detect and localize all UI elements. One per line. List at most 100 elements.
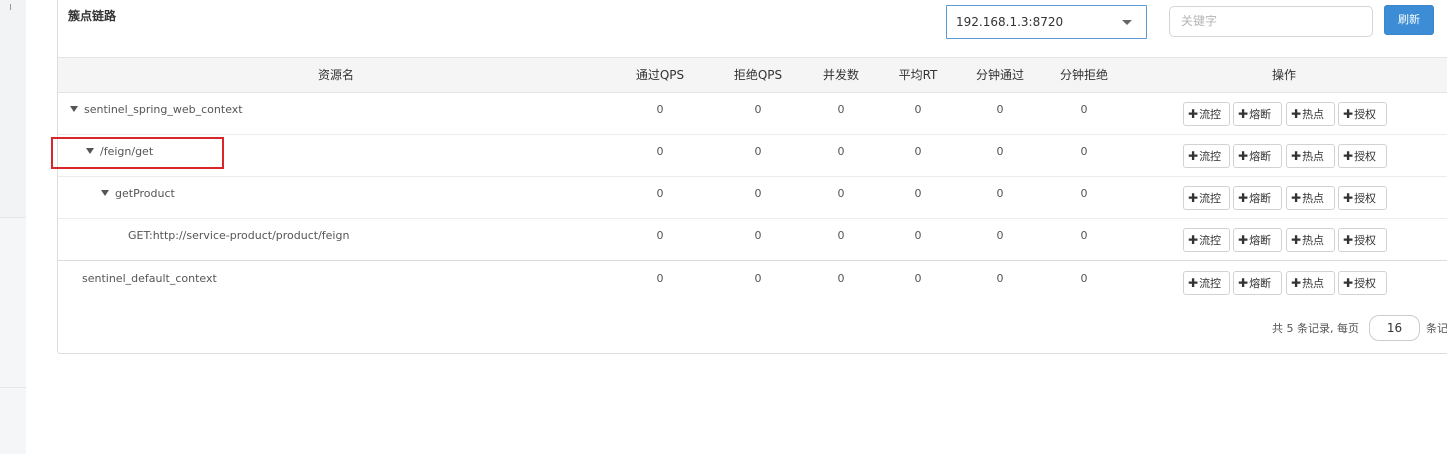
expand-triangle-icon[interactable] bbox=[70, 106, 78, 112]
minute-block-value: 0 bbox=[1080, 145, 1088, 158]
flow-label: 流控 bbox=[1199, 150, 1222, 163]
refresh-button[interactable]: 刷新 bbox=[1384, 5, 1434, 35]
flow-control-button[interactable]: ✚流控 bbox=[1183, 102, 1230, 126]
pass-qps-value: 0 bbox=[656, 145, 664, 158]
flow-control-button[interactable]: ✚流控 bbox=[1183, 186, 1230, 210]
plus-icon: ✚ bbox=[1238, 276, 1249, 290]
minute-block-value: 0 bbox=[1080, 229, 1088, 242]
concurrency-value: 0 bbox=[837, 145, 845, 158]
avg-rt-value: 0 bbox=[914, 103, 922, 116]
hot-param-button[interactable]: ✚热点 bbox=[1286, 102, 1335, 126]
sidebar-section bbox=[0, 0, 26, 218]
plus-icon: ✚ bbox=[1343, 191, 1354, 205]
degrade-button[interactable]: ✚熔断 bbox=[1233, 186, 1282, 210]
plus-icon: ✚ bbox=[1238, 191, 1249, 205]
plus-icon: ✚ bbox=[1291, 233, 1302, 247]
resource-name-cell[interactable]: sentinel_spring_web_context bbox=[70, 103, 243, 116]
header-avg-rt: 平均RT bbox=[898, 68, 938, 82]
header-block-qps: 拒绝QPS bbox=[733, 68, 783, 82]
degrade-button[interactable]: ✚熔断 bbox=[1233, 228, 1282, 252]
resource-name-cell[interactable]: sentinel_default_context bbox=[82, 272, 217, 285]
flow-label: 流控 bbox=[1199, 192, 1222, 205]
auth-label: 授权 bbox=[1354, 192, 1377, 205]
pagination-suffix: 条记录 bbox=[1426, 322, 1447, 335]
hot-label: 热点 bbox=[1302, 150, 1325, 163]
avg-rt-value: 0 bbox=[914, 229, 922, 242]
authority-button[interactable]: ✚授权 bbox=[1338, 271, 1387, 295]
table-header: 资源名 通过QPS 拒绝QPS 并发数 平均RT 分钟通过 分钟拒绝 操作 bbox=[58, 57, 1447, 93]
concurrency-value: 0 bbox=[837, 272, 845, 285]
pass-qps-value: 0 bbox=[656, 103, 664, 116]
concurrency-value: 0 bbox=[837, 229, 845, 242]
plus-icon: ✚ bbox=[1188, 107, 1199, 121]
hot-label: 热点 bbox=[1302, 277, 1325, 290]
block-qps-value: 0 bbox=[754, 145, 762, 158]
page-title: 簇点链路 bbox=[68, 9, 117, 23]
hot-param-button[interactable]: ✚热点 bbox=[1286, 228, 1335, 252]
auth-label: 授权 bbox=[1354, 150, 1377, 163]
machine-select[interactable]: 192.168.1.3:8720 bbox=[946, 5, 1147, 39]
plus-icon: ✚ bbox=[1188, 233, 1199, 247]
auth-label: 授权 bbox=[1354, 234, 1377, 247]
pagination-summary: 共 5 条记录, 每页 16 条记录 bbox=[1272, 315, 1447, 341]
sidebar-edge-mark bbox=[10, 4, 15, 10]
hot-param-button[interactable]: ✚热点 bbox=[1286, 271, 1335, 295]
plus-icon: ✚ bbox=[1291, 276, 1302, 290]
pass-qps-value: 0 bbox=[656, 272, 664, 285]
table-row: sentinel_default_context 0 0 0 0 0 0 ✚流控… bbox=[58, 262, 1447, 304]
flow-control-button[interactable]: ✚流控 bbox=[1183, 228, 1230, 252]
hot-param-button[interactable]: ✚热点 bbox=[1286, 144, 1335, 168]
degrade-button[interactable]: ✚熔断 bbox=[1233, 144, 1282, 168]
table-row: sentinel_spring_web_context 0 0 0 0 0 0 … bbox=[58, 93, 1447, 135]
plus-icon: ✚ bbox=[1291, 191, 1302, 205]
sidebar-divider bbox=[0, 387, 26, 388]
annotation-highlight-box bbox=[51, 137, 224, 169]
block-qps-value: 0 bbox=[754, 103, 762, 116]
table-row: GET:http://service-product/product/feign… bbox=[58, 219, 1447, 261]
concurrency-value: 0 bbox=[837, 103, 845, 116]
flow-control-button[interactable]: ✚流控 bbox=[1183, 271, 1230, 295]
block-qps-value: 0 bbox=[754, 272, 762, 285]
minute-pass-value: 0 bbox=[996, 229, 1004, 242]
authority-button[interactable]: ✚授权 bbox=[1338, 144, 1387, 168]
pass-qps-value: 0 bbox=[656, 187, 664, 200]
authority-button[interactable]: ✚授权 bbox=[1338, 102, 1387, 126]
cluster-link-panel: 簇点链路 192.168.1.3:8720 关键字 刷新 资源名 通过QPS 拒… bbox=[57, 0, 1447, 354]
minute-block-value: 0 bbox=[1080, 103, 1088, 116]
block-qps-value: 0 bbox=[754, 187, 762, 200]
resource-name-cell[interactable]: getProduct bbox=[101, 187, 175, 200]
plus-icon: ✚ bbox=[1343, 107, 1354, 121]
table-row: /feign/get 0 0 0 0 0 0 ✚流控 ✚熔断 ✚热点 ✚授权 bbox=[58, 135, 1447, 177]
page-size-input[interactable]: 16 bbox=[1369, 315, 1420, 341]
pass-qps-value: 0 bbox=[656, 229, 664, 242]
minute-block-value: 0 bbox=[1080, 187, 1088, 200]
plus-icon: ✚ bbox=[1343, 233, 1354, 247]
auth-label: 授权 bbox=[1354, 277, 1377, 290]
block-qps-value: 0 bbox=[754, 229, 762, 242]
header-pass-qps: 通过QPS bbox=[635, 68, 685, 82]
avg-rt-value: 0 bbox=[914, 187, 922, 200]
expand-triangle-icon[interactable] bbox=[101, 190, 109, 196]
left-sidebar-strip bbox=[0, 0, 26, 454]
degrade-button[interactable]: ✚熔断 bbox=[1233, 102, 1282, 126]
resource-name-cell[interactable]: GET:http://service-product/product/feign bbox=[128, 229, 349, 242]
authority-button[interactable]: ✚授权 bbox=[1338, 186, 1387, 210]
plus-icon: ✚ bbox=[1343, 149, 1354, 163]
degrade-label: 熔断 bbox=[1249, 234, 1272, 247]
keyword-input[interactable]: 关键字 bbox=[1169, 6, 1373, 37]
authority-button[interactable]: ✚授权 bbox=[1338, 228, 1387, 252]
keyword-placeholder: 关键字 bbox=[1181, 14, 1218, 28]
plus-icon: ✚ bbox=[1188, 191, 1199, 205]
degrade-label: 熔断 bbox=[1249, 150, 1272, 163]
hot-param-button[interactable]: ✚热点 bbox=[1286, 186, 1335, 210]
resource-name: GET:http://service-product/product/feign bbox=[128, 229, 350, 242]
hot-label: 热点 bbox=[1302, 108, 1325, 121]
flow-control-button[interactable]: ✚流控 bbox=[1183, 144, 1230, 168]
minute-block-value: 0 bbox=[1080, 272, 1088, 285]
header-minute-block: 分钟拒绝 bbox=[1059, 68, 1108, 82]
minute-pass-value: 0 bbox=[996, 187, 1004, 200]
plus-icon: ✚ bbox=[1238, 149, 1249, 163]
plus-icon: ✚ bbox=[1238, 233, 1249, 247]
pagination-prefix: 共 5 条记录, 每页 bbox=[1272, 322, 1359, 335]
degrade-button[interactable]: ✚熔断 bbox=[1233, 271, 1282, 295]
